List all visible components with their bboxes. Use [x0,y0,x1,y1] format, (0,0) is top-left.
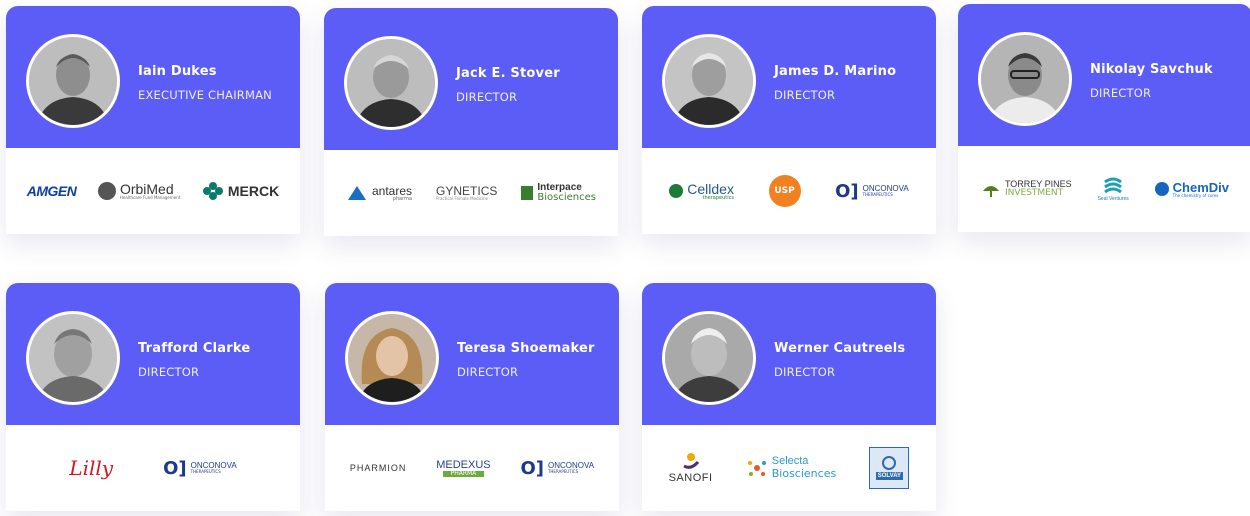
celldex-icon [669,184,684,198]
interpace-icon [521,186,534,200]
member-name: Werner Cautreels [774,341,906,356]
onconova-logo: O] ONCONOVA THERAPEUTICS [835,180,909,202]
card-header: Jack E. Stover DIRECTOR [324,8,618,150]
sanofi-logo: SANOFI [669,452,713,484]
member-name: Iain Dukes [138,64,217,79]
seal-ventures-logo: Seal Ventures [1098,176,1129,202]
onconova-icon: O] [520,457,544,479]
card-header: James D. Marino DIRECTOR [642,6,936,148]
member-name: Nikolay Savchuk [1090,62,1213,77]
torrey-pines-icon [982,186,999,197]
member-role: DIRECTOR [1090,86,1152,100]
company-logos: Celldex therapeutics USP O] ONCONOVA THERAP… [642,148,936,234]
member-name: James D. Marino [774,64,897,79]
avatar [26,34,120,128]
card-header: Teresa Shoemaker DIRECTOR [325,283,619,425]
member-name: Jack E. Stover [456,66,560,81]
chemdiv-icon [1154,182,1169,196]
card-header: Nikolay Savchuk DIRECTOR [958,4,1250,146]
company-logos: AMGEN OrbiMed Healthcare Fund Management … [6,148,300,234]
torrey-pines-logo: TORREY PINES INVESTMENT [981,180,1072,198]
avatar [26,311,120,405]
solvay-icon [882,456,897,470]
member-role: DIRECTOR [774,88,836,102]
company-logos: SANOFI Selecta Biosciences SOLVAY [642,425,936,511]
card-header: Trafford Clarke DIRECTOR [6,283,300,425]
member-role: DIRECTOR [774,365,836,379]
avatar [344,36,438,130]
gynetics-logo: GYNETICS Practical Female Medicine [436,184,498,201]
medexus-logo: MEDEXUS PHARMA [436,458,491,477]
company-logos: TORREY PINES INVESTMENT Seal Ventures Che… [958,146,1250,232]
board-member-card: Werner Cautreels DIRECTOR SANOFI Selecta… [642,283,936,511]
member-role: DIRECTOR [457,365,519,379]
chemdiv-logo: ChemDiv The chemistry of cures [1154,181,1229,198]
celldex-logo: Celldex therapeutics [669,182,734,201]
avatar [978,32,1072,126]
avatar [345,311,439,405]
member-name: Teresa Shoemaker [457,341,595,356]
avatar [662,311,756,405]
merck-icon [202,182,223,200]
card-header: Iain Dukes EXECUTIVE CHAIRMAN [6,6,300,148]
board-member-card: Teresa Shoemaker DIRECTOR PHARMION MEDEX… [325,283,619,511]
card-header: Werner Cautreels DIRECTOR [642,283,936,425]
solvay-logo: SOLVAY [869,447,910,489]
onconova-logo: O] ONCONOVA THERAPEUTICS [520,457,595,479]
selecta-icon [747,461,766,476]
onconova-icon: O] [163,457,187,479]
onconova-logo: O] ONCONOVA THERAPEUTICS [163,457,237,479]
member-role: EXECUTIVE CHAIRMAN [138,88,272,102]
board-member-card: Trafford Clarke DIRECTOR Lilly O] ONCONOV… [6,283,300,511]
usp-logo: USP [768,175,801,207]
board-member-card: Jack E. Stover DIRECTOR antares pharma GY… [324,8,618,236]
onconova-icon: O] [835,180,859,202]
selecta-logo: Selecta Biosciences [746,456,836,479]
antares-icon [348,186,366,200]
seal-ventures-icon [1104,177,1123,194]
member-name: Trafford Clarke [138,341,251,356]
company-logos: PHARMION MEDEXUS PHARMA O] ONCONOVA THERAPE… [325,425,619,511]
board-member-card: James D. Marino DIRECTOR Celldex therapeu… [642,6,936,234]
board-member-card: Iain Dukes EXECUTIVE CHAIRMAN AMGEN Orbi… [6,6,300,234]
member-role: DIRECTOR [456,90,518,104]
sanofi-icon [682,453,699,469]
merck-logo: MERCK [202,182,279,200]
company-logos: antares pharma GYNETICS Practical Female M… [324,150,618,236]
orbimed-logo: OrbiMed Healthcare Fund Management [97,182,180,200]
antares-logo: antares pharma [346,184,412,202]
orbimed-icon [97,182,116,200]
amgen-logo: AMGEN [26,183,77,199]
lilly-logo: Lilly [69,456,114,480]
member-role: DIRECTOR [138,365,200,379]
avatar [662,34,756,128]
interpace-logo: Interpace Biosciences [521,183,596,203]
board-member-card: Nikolay Savchuk DIRECTOR TORREY PINES INV… [958,4,1250,232]
pharmion-logo: PHARMION [349,463,407,473]
company-logos: Lilly O] ONCONOVA THERAPEUTICS [6,425,300,511]
